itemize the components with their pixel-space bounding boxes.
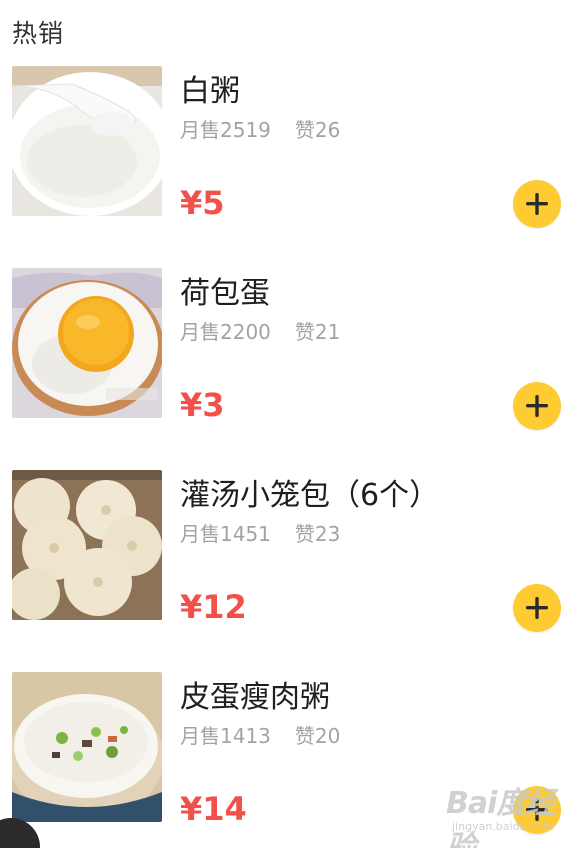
list-item[interactable]: 灌汤小笼包（6个） 月售1451 赞23 ¥12 (0, 470, 582, 670)
add-to-cart-button[interactable] (513, 584, 561, 632)
item-price: ¥12 (180, 588, 247, 626)
monthly-sales: 月售1413 (180, 724, 271, 748)
like-count: 赞21 (294, 320, 341, 344)
monthly-sales: 月售2200 (180, 320, 271, 344)
like-count: 赞20 (294, 724, 341, 748)
monthly-sales: 月售2519 (180, 118, 271, 142)
item-price: ¥14 (180, 790, 247, 828)
food-image (12, 470, 162, 620)
add-to-cart-button[interactable] (513, 382, 561, 430)
item-stats: 月售1451 赞23 (180, 518, 340, 547)
watermark-text: Bai度经验 (446, 786, 555, 848)
food-image (12, 66, 162, 216)
item-stats: 月售1413 赞20 (180, 720, 340, 749)
list-item[interactable]: 白粥 月售2519 赞26 ¥5 (0, 66, 582, 266)
like-count: 赞23 (294, 522, 341, 546)
item-price: ¥3 (180, 386, 225, 424)
item-name: 荷包蛋 (180, 276, 270, 311)
item-name: 灌汤小笼包（6个） (180, 478, 440, 513)
plus-icon (526, 597, 548, 619)
like-count: 赞26 (294, 118, 341, 142)
section-title: 热销 (12, 19, 65, 48)
item-name: 皮蛋瘦肉粥 (180, 680, 330, 715)
item-price: ¥5 (180, 184, 225, 222)
item-name: 白粥 (180, 74, 240, 109)
watermark-logo: Bai度经验 jingyan.baidu.com (446, 776, 576, 848)
food-image (12, 672, 162, 822)
plus-icon (526, 395, 548, 417)
list-item[interactable]: 荷包蛋 月售2200 赞21 ¥3 (0, 268, 582, 468)
monthly-sales: 月售1451 (180, 522, 271, 546)
item-stats: 月售2519 赞26 (180, 114, 340, 143)
plus-icon (526, 193, 548, 215)
add-to-cart-button[interactable] (513, 180, 561, 228)
watermark-url: jingyan.baidu.com (452, 820, 554, 833)
food-image (12, 268, 162, 418)
item-stats: 月售2200 赞21 (180, 316, 340, 345)
